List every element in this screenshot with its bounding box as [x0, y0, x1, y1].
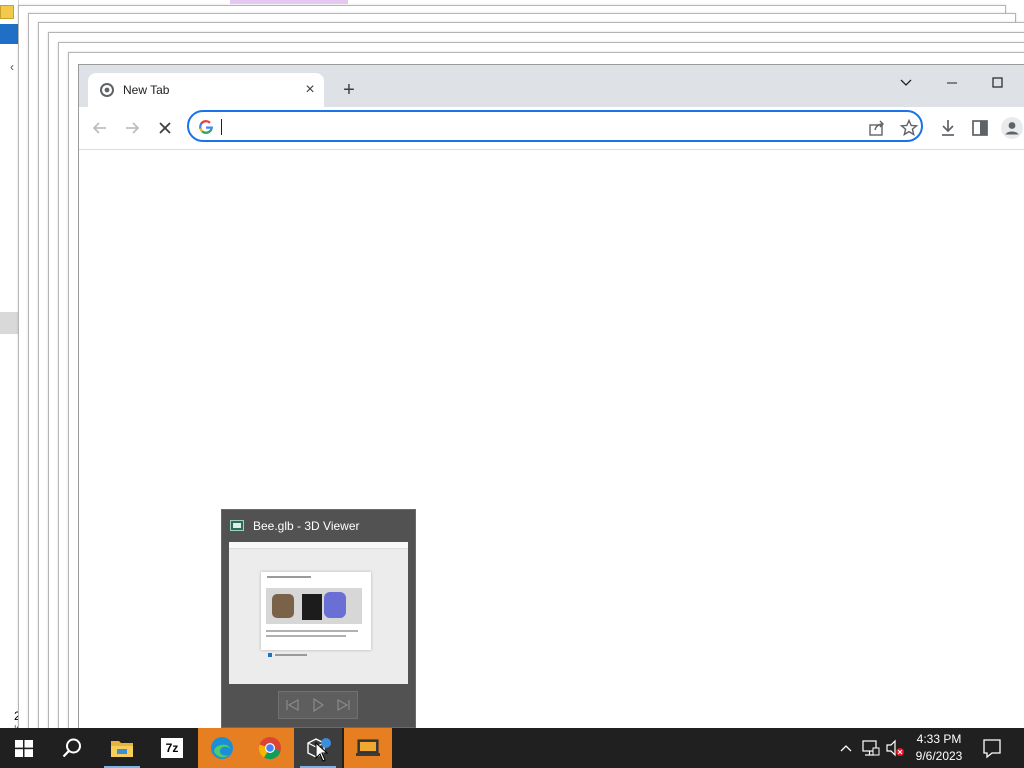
thumb-dialog-heading — [267, 576, 311, 578]
mouse-cursor-icon — [315, 742, 329, 762]
volume-muted-icon[interactable] — [884, 728, 906, 768]
show-hidden-icons-chevron-icon[interactable] — [836, 728, 856, 768]
taskbar: 7z 4:33 PM 9/6/2023 — [0, 728, 1024, 768]
search-icon — [62, 738, 81, 758]
selection-fragment — [0, 312, 18, 334]
clock[interactable]: 4:33 PM 9/6/2023 — [908, 731, 970, 765]
preview-thumbnail[interactable] — [229, 542, 408, 684]
thumb-welcome-dialog — [261, 572, 371, 650]
tab-search-chevron-icon[interactable] — [883, 69, 929, 99]
preview-title: Bee.glb - 3D Viewer — [253, 519, 360, 533]
notifications-icon[interactable] — [978, 728, 1006, 768]
profile-avatar-icon[interactable] — [1000, 116, 1024, 140]
start-button[interactable] — [0, 728, 48, 768]
windows-logo-icon — [15, 740, 33, 757]
side-panel-icon[interactable] — [968, 116, 992, 140]
thumb-checkbox — [268, 653, 272, 657]
tab-new-tab[interactable]: New Tab × — [88, 73, 324, 107]
3d-viewer-window-icon — [230, 520, 244, 531]
tab-close-button[interactable]: × — [301, 81, 319, 99]
app-window-icon — [356, 739, 380, 756]
forward-arrow-icon[interactable] — [120, 116, 144, 140]
thumb-checkbox-label — [275, 654, 307, 656]
bookmark-star-icon[interactable] — [899, 118, 919, 138]
taskbar-preview[interactable]: Bee.glb - 3D Viewer — [221, 509, 416, 728]
taskbar-app-chrome[interactable] — [246, 728, 294, 768]
tab-title: New Tab — [123, 83, 170, 97]
minimize-button[interactable] — [929, 69, 975, 99]
clock-date: 9/6/2023 — [915, 749, 963, 763]
tab-strip: New Tab × + — [79, 65, 1024, 107]
maximize-button[interactable] — [975, 69, 1021, 99]
thumb-bee-wing — [324, 592, 346, 618]
text-caret — [221, 119, 222, 135]
thumb-text-line-1 — [266, 630, 358, 632]
stop-loading-icon[interactable] — [153, 116, 177, 140]
ribbon-fragment — [0, 24, 18, 44]
clock-time: 4:33 PM — [916, 732, 962, 746]
taskbar-app-window[interactable] — [344, 728, 392, 768]
omnibox-input[interactable] — [223, 117, 827, 139]
skip-next-icon[interactable] — [331, 692, 357, 718]
network-icon[interactable] — [860, 728, 882, 768]
folder-icon — [0, 5, 14, 19]
google-g-icon — [199, 120, 214, 134]
thumb-text-line-2 — [266, 635, 346, 637]
taskbar-app-edge[interactable] — [198, 728, 246, 768]
skip-previous-icon[interactable] — [279, 692, 305, 718]
7-zip-icon: 7z — [161, 738, 183, 758]
chrome-window: New Tab × + — [78, 64, 1024, 729]
back-chevron-icon: ‹ — [10, 60, 14, 74]
thumb-bee-body — [302, 594, 322, 620]
chrome-icon — [258, 737, 281, 760]
thumb-titlebar — [229, 542, 408, 549]
thumb-hero-image — [266, 588, 362, 624]
share-icon[interactable] — [867, 118, 887, 138]
play-icon[interactable] — [305, 692, 331, 718]
new-tab-button[interactable]: + — [337, 78, 361, 102]
thumb-bee-head — [272, 594, 294, 618]
taskbar-app-3d-viewer[interactable] — [294, 728, 342, 768]
taskbar-app-file-explorer[interactable] — [98, 728, 146, 768]
edge-icon — [211, 737, 233, 759]
chrome-favicon-icon — [100, 83, 114, 97]
background-accent-fragment — [230, 0, 348, 4]
preview-media-controls — [278, 691, 358, 719]
search-button[interactable] — [48, 728, 96, 768]
browser-toolbar — [79, 107, 1024, 150]
address-bar[interactable] — [187, 110, 923, 142]
download-icon[interactable] — [936, 116, 960, 140]
taskbar-app-7-zip[interactable]: 7z — [148, 728, 196, 768]
file-explorer-icon — [111, 741, 133, 757]
background-explorer-edge: ‹ 2 it — [0, 0, 21, 737]
back-arrow-icon[interactable] — [88, 116, 112, 140]
